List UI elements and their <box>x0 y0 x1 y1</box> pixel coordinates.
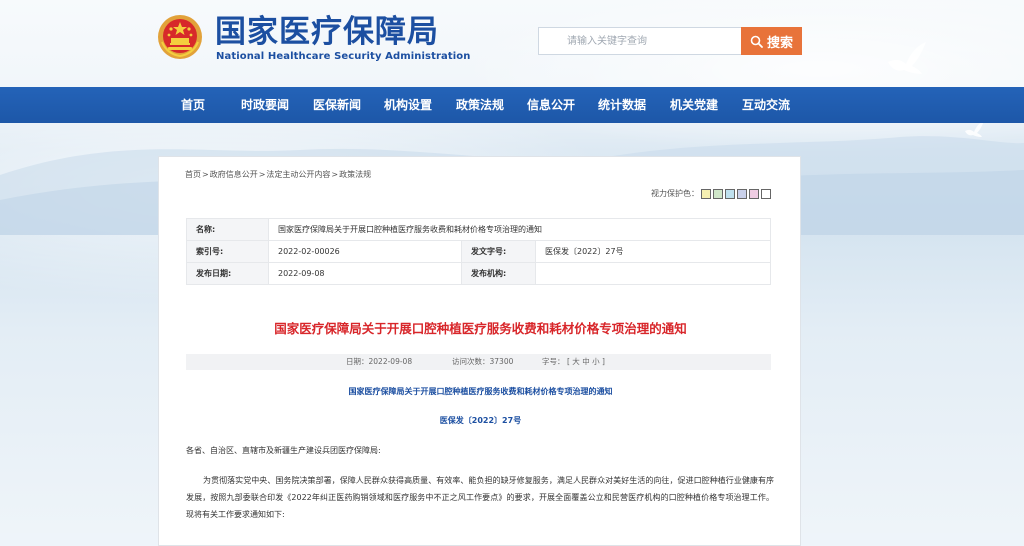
site-title[interactable]: 国家医疗保障局 <box>215 15 439 49</box>
article-subtitle: 国家医疗保障局关于开展口腔种植医疗服务收费和耗材价格专项治理的通知 <box>348 387 613 396</box>
breadcrumb-gov-info[interactable]: 政府信息公开 <box>210 170 258 179</box>
breadcrumb-separator: > <box>258 170 266 179</box>
search-button[interactable]: 搜索 <box>741 27 802 55</box>
nav-item-info-disclosure[interactable]: 信息公开 <box>527 87 575 123</box>
search-input[interactable] <box>538 27 741 55</box>
date-value: 2022-09-08 <box>268 262 462 285</box>
date-label: 发布日期: <box>186 262 269 285</box>
docno-label: 发文字号: <box>461 240 536 263</box>
article-salutation: 各省、自治区、直辖市及新疆生产建设兵团医疗保障局: <box>186 446 381 455</box>
article-doc-number: 医保发〔2022〕27号 <box>439 416 522 425</box>
nav-item-home[interactable]: 首页 <box>181 87 205 123</box>
breadcrumb-policies[interactable]: 政策法规 <box>339 170 371 179</box>
nav-item-organization[interactable]: 机构设置 <box>384 87 432 123</box>
meta-views: 访问次数：37300 <box>452 357 514 366</box>
swatch-white[interactable] <box>761 188 771 199</box>
breadcrumb-mandatory-disclosure[interactable]: 法定主动公开内容 <box>266 170 330 179</box>
swatch-blue[interactable] <box>725 188 735 199</box>
font-size-switcher[interactable]: [ 大 中 小 ] <box>567 354 605 370</box>
content-panel: 首页>政府信息公开>法定主动公开内容>政策法规 视力保护色： 名称: 国家医疗保… <box>158 156 801 546</box>
dove-icon <box>888 42 926 74</box>
nav-item-party-building[interactable]: 机关党建 <box>670 87 718 123</box>
breadcrumb-separator: > <box>331 170 339 179</box>
article-meta-bar: 日期：2022-09-08 访问次数：37300 字号： [ 大 中 小 ] <box>186 354 771 370</box>
swatch-green[interactable] <box>713 188 723 199</box>
nav-item-politics-news[interactable]: 时政要闻 <box>241 87 289 123</box>
breadcrumb: 首页>政府信息公开>法定主动公开内容>政策法规 <box>185 169 371 180</box>
swatch-yellow[interactable] <box>701 188 711 199</box>
article-title: 国家医疗保障局关于开展口腔种植医疗服务收费和耗材价格专项治理的通知 <box>274 321 687 336</box>
swatch-lavender[interactable] <box>737 188 747 199</box>
meta-date: 日期：2022-09-08 <box>346 357 413 366</box>
national-emblem-icon <box>158 15 202 59</box>
search-icon <box>750 35 763 48</box>
nav-item-statistics[interactable]: 统计数据 <box>598 87 646 123</box>
article-paragraph: 为贯彻落实党中央、国务院决策部署，保障人民群众获得高质量、有效率、能负担的缺牙修… <box>186 476 774 519</box>
vision-protection-colors: 视力保护色： <box>651 188 771 199</box>
docno-value: 医保发〔2022〕27号 <box>535 240 771 263</box>
org-label: 发布机构: <box>461 262 536 285</box>
org-value <box>535 262 771 285</box>
meta-font-label: 字号： <box>542 357 565 366</box>
name-label: 名称: <box>186 218 269 241</box>
site-subtitle-en: National Healthcare Security Administrat… <box>216 51 471 62</box>
name-value: 国家医疗保障局关于开展口腔种植医疗服务收费和耗材价格专项治理的通知 <box>268 218 771 241</box>
index-label: 索引号: <box>186 240 269 263</box>
nav-item-policies[interactable]: 政策法规 <box>456 87 504 123</box>
breadcrumb-separator: > <box>202 170 209 179</box>
search-button-label: 搜索 <box>766 35 793 51</box>
document-info-table: 名称: 国家医疗保障局关于开展口腔种植医疗服务收费和耗材价格专项治理的通知 索引… <box>186 218 771 285</box>
dove-icon-small <box>965 121 984 137</box>
main-nav: 首页 时政要闻 医保新闻 机构设置 政策法规 信息公开 统计数据 机关党建 互动… <box>0 87 1024 123</box>
breadcrumb-home[interactable]: 首页 <box>185 170 201 179</box>
vision-label: 视力保护色： <box>651 189 699 198</box>
nav-item-interaction[interactable]: 互动交流 <box>742 87 790 123</box>
nav-item-insurance-news[interactable]: 医保新闻 <box>313 87 361 123</box>
swatch-pink[interactable] <box>749 188 759 199</box>
index-value: 2022-02-00026 <box>268 240 462 263</box>
